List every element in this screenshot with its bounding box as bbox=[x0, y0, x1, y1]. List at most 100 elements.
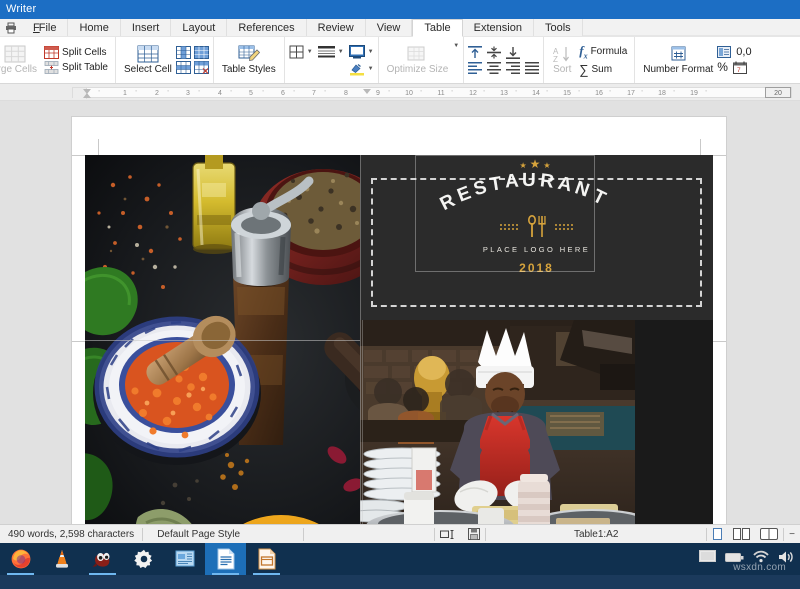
ruler-tick-9: 9 bbox=[376, 88, 380, 99]
tab-stop-marker[interactable] bbox=[363, 89, 371, 94]
multi-page-view-icon[interactable] bbox=[728, 525, 755, 544]
left-indent-marker[interactable] bbox=[83, 93, 91, 98]
split-cells-icon bbox=[44, 46, 59, 59]
tab-table[interactable]: Table bbox=[412, 19, 462, 37]
split-table-label: Split Table bbox=[62, 62, 108, 73]
battery-icon[interactable] bbox=[725, 550, 744, 568]
merge-cells-button[interactable]: erge Cells bbox=[0, 44, 41, 76]
align-left-icon[interactable] bbox=[468, 62, 482, 74]
speaker-icon[interactable] bbox=[778, 550, 794, 569]
select-cell-button[interactable]: Select Cell bbox=[120, 44, 176, 76]
align-justify-icon[interactable] bbox=[525, 62, 539, 74]
tab-insert[interactable]: Insert bbox=[121, 19, 172, 36]
split-cells-button[interactable]: Split Cells bbox=[41, 45, 111, 60]
ruler-tick-1: 1 bbox=[123, 88, 127, 99]
document-table[interactable]: ★★★ R E S T A U R A N T bbox=[85, 155, 713, 524]
selection-mode-icon[interactable] bbox=[435, 525, 463, 544]
table-styles-button[interactable]: Table Styles bbox=[218, 44, 280, 76]
zoom-out-icon[interactable]: − bbox=[784, 525, 800, 544]
taskbar-item-impress[interactable] bbox=[164, 543, 205, 575]
highlight-fill-icon[interactable] bbox=[349, 62, 365, 76]
word-count-status[interactable]: 490 words, 2,598 characters bbox=[0, 525, 142, 544]
horizontal-ruler[interactable]: ' 1 ' 2 ' 3 ' 4 ' 5 ' 6 ' 7 ' 8 9 ' 10 '… bbox=[72, 87, 792, 98]
delete-table-icon[interactable] bbox=[194, 61, 209, 74]
draw-document-icon bbox=[257, 548, 277, 570]
table-styles-icon bbox=[238, 45, 260, 63]
split-table-button[interactable]: Split Table bbox=[41, 60, 111, 75]
taskbar-item-vlc[interactable] bbox=[41, 543, 82, 575]
currency-format-icon[interactable] bbox=[717, 46, 731, 58]
select-column-icon[interactable] bbox=[176, 46, 191, 59]
chef-photo bbox=[360, 320, 635, 524]
document-canvas[interactable]: ★★★ R E S T A U R A N T bbox=[0, 101, 800, 524]
optimize-size-dropdown-icon[interactable]: ▼ bbox=[453, 43, 459, 49]
language-status[interactable] bbox=[304, 525, 434, 544]
sum-button[interactable]: ∑ Sum bbox=[576, 61, 630, 78]
gimp-icon bbox=[92, 549, 114, 569]
tab-view[interactable]: View bbox=[366, 19, 413, 36]
border-style-dropdown-icon[interactable]: ▼ bbox=[307, 49, 313, 55]
ruler-tick-13: 13 bbox=[500, 88, 508, 99]
ribbon-group-number-format: Number Format 0,0 % bbox=[635, 37, 755, 83]
taskbar-item-writer[interactable] bbox=[205, 543, 246, 575]
merge-cells-label: erge Cells bbox=[0, 64, 37, 75]
document-page[interactable]: ★★★ R E S T A U R A N T bbox=[72, 117, 726, 524]
book-view-icon[interactable] bbox=[755, 525, 783, 544]
select-table-icon[interactable] bbox=[194, 46, 209, 59]
shading-dropdown-icon[interactable]: ▼ bbox=[368, 49, 374, 55]
printer-icon[interactable] bbox=[0, 19, 22, 36]
table-cell-status[interactable]: Table1:A2 bbox=[566, 525, 626, 544]
taskbar-item-draw[interactable] bbox=[246, 543, 287, 575]
sort-button[interactable]: A Z Sort bbox=[548, 45, 576, 76]
taskbar-item-firefox[interactable] bbox=[0, 543, 41, 575]
ruler-subtick: ' bbox=[483, 88, 484, 99]
highlight-dropdown-icon[interactable]: ▼ bbox=[368, 66, 374, 72]
status-bar: 490 words, 2,598 characters Default Page… bbox=[0, 524, 800, 543]
monitor-icon[interactable] bbox=[699, 550, 716, 569]
wifi-icon[interactable] bbox=[753, 550, 769, 568]
status-divider bbox=[485, 528, 486, 541]
borders-row-1: ▼ ▼ ▼ bbox=[289, 45, 374, 59]
align-right-icon[interactable] bbox=[506, 62, 520, 74]
tab-tools[interactable]: Tools bbox=[534, 19, 583, 36]
logo-year: 2018 bbox=[519, 261, 554, 275]
percent-format-label[interactable]: % bbox=[717, 60, 728, 74]
table-cell-a2-chef-image[interactable] bbox=[360, 320, 713, 524]
tab-layout[interactable]: Layout bbox=[171, 19, 227, 36]
sort-icon: A Z bbox=[552, 46, 572, 63]
number-format-button[interactable]: Number Format bbox=[639, 45, 717, 76]
ribbon-toolbar: erge Cells Split Cells bbox=[0, 37, 800, 84]
ruler-tick-3: 3 bbox=[186, 88, 190, 99]
ruler-tick-16: 16 bbox=[595, 88, 603, 99]
formula-button[interactable]: fx Formula bbox=[576, 42, 630, 62]
table-cell-a1-logo[interactable]: ★★★ R E S T A U R A N T bbox=[360, 155, 713, 320]
merge-cells-icon bbox=[4, 45, 26, 63]
tab-file[interactable]: FFile bbox=[22, 19, 68, 36]
tab-home[interactable]: Home bbox=[68, 19, 120, 36]
align-center-icon[interactable] bbox=[487, 62, 501, 74]
align-middle-icon[interactable] bbox=[487, 46, 501, 59]
select-row-icon[interactable] bbox=[176, 61, 191, 74]
taskbar-item-gimp[interactable] bbox=[82, 543, 123, 575]
writer-document-icon bbox=[216, 548, 236, 570]
tab-extension[interactable]: Extension bbox=[463, 19, 534, 36]
table-cell-b-food-image[interactable] bbox=[85, 155, 360, 524]
number-format-row-1: 0,0 bbox=[717, 46, 751, 58]
optimize-size-button[interactable]: Optimize Size bbox=[383, 44, 453, 76]
taskbar-item-settings[interactable] bbox=[123, 543, 164, 575]
border-style-icon[interactable] bbox=[289, 45, 304, 59]
tab-references[interactable]: References bbox=[227, 19, 306, 36]
border-lines-dropdown-icon[interactable]: ▼ bbox=[338, 49, 344, 55]
save-state-icon[interactable] bbox=[463, 525, 485, 544]
shading-color-icon[interactable] bbox=[349, 45, 365, 59]
single-page-view-icon[interactable] bbox=[707, 525, 728, 544]
ruler-subtick: ' bbox=[388, 88, 389, 99]
decimal-format-label[interactable]: 0,0 bbox=[736, 46, 751, 58]
align-top-icon[interactable] bbox=[468, 46, 482, 59]
border-lines-icon[interactable] bbox=[318, 45, 335, 59]
align-bottom-icon[interactable] bbox=[506, 46, 520, 59]
ruler-right-indent-box[interactable]: 20 bbox=[765, 87, 791, 98]
tab-review[interactable]: Review bbox=[307, 19, 366, 36]
date-format-icon[interactable]: 7 bbox=[733, 61, 747, 74]
page-style-status[interactable]: Default Page Style bbox=[143, 525, 303, 544]
